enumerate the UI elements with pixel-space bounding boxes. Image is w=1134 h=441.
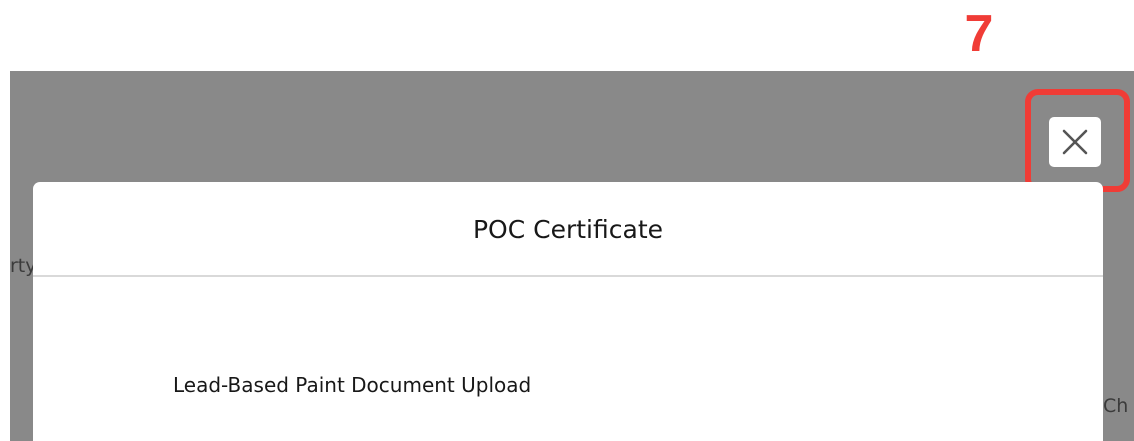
modal-header: POC Certificate [33, 182, 1103, 277]
background-text-fragment: Ch [1103, 395, 1129, 417]
close-icon [1062, 129, 1088, 155]
modal-close-button[interactable] [1049, 117, 1101, 167]
modal-body: Lead-Based Paint Document Upload [33, 277, 1103, 441]
modal-title: POC Certificate [472, 215, 663, 244]
lead-paint-upload-label: Lead-Based Paint Document Upload [173, 373, 532, 397]
step-number-annotation: 7 [964, 5, 994, 63]
modal-dialog: POC Certificate Lead-Based Paint Documen… [33, 182, 1103, 441]
